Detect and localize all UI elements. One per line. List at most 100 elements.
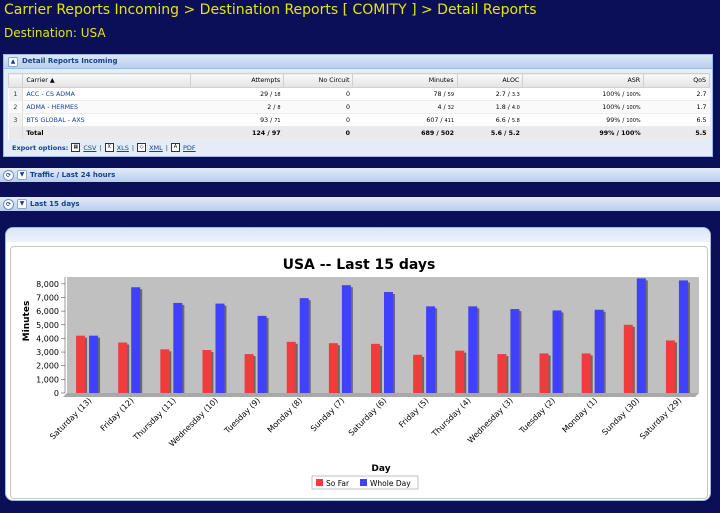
expand-icon[interactable]: ▼	[17, 170, 27, 180]
asr-a: 100%	[602, 103, 621, 111]
col-asr[interactable]: ASR	[522, 73, 645, 88]
y-tick-label: 4,000	[36, 334, 59, 343]
attempts-cell: 2 / 8	[190, 100, 284, 114]
row-number: 3	[8, 113, 24, 127]
expand-icon[interactable]: ▼	[17, 199, 27, 209]
export-label: Export options:	[12, 143, 69, 152]
breadcrumb: Carrier Reports Incoming > Destination R…	[4, 2, 537, 18]
legend-label-whole-day: Whole Day	[370, 479, 411, 488]
total-asr: 99% / 100%	[522, 126, 644, 140]
y-tick-label: 5,000	[36, 321, 59, 330]
x-tick-label: Sunday (7)	[309, 396, 346, 433]
destination-label: Destination: USA	[4, 26, 106, 40]
bar-so-far	[76, 335, 86, 393]
total-aloc: 5.6 / 5.2	[457, 126, 523, 140]
aloc-b: 4.0	[511, 104, 520, 111]
total-label: Total	[22, 126, 191, 140]
chart-container: USA -- Last 15 days Minutes Day 0 1,000 2,…	[10, 246, 708, 499]
bar-whole-day	[299, 298, 309, 393]
row-number: 1	[8, 87, 24, 101]
bar-whole-day	[384, 292, 393, 393]
bar-so-far	[202, 350, 212, 393]
col-minutes[interactable]: Minutes	[352, 73, 458, 88]
bar-so-far	[328, 343, 338, 393]
export-pdf-link[interactable]: PDF	[183, 144, 196, 152]
total-row: Total 124 / 97 0 689 / 502 5.6 / 5.2 99%…	[8, 126, 710, 140]
attempts-a: 29	[260, 90, 269, 98]
x-axis-label: Day	[371, 464, 390, 474]
attempts-cell: 29 / 18	[190, 87, 284, 101]
minutes-a: 78	[433, 90, 442, 98]
y-tick-label: 2,000	[36, 362, 59, 371]
attempts-b: 71	[274, 117, 281, 124]
aloc-cell: 1.8 / 4.0	[457, 100, 523, 114]
qos-cell: 6.5	[643, 113, 710, 127]
total-row-number	[8, 126, 24, 140]
x-tick-label: Tuesday (9)	[222, 396, 262, 436]
table-row[interactable]: 1 ACC - CS ADMA 29 / 18 0 78 / 59 2.7 / …	[8, 87, 710, 101]
total-qos: 5.5	[643, 126, 710, 140]
bar-chart: USA -- Last 15 days Minutes Day 0 1,000 2,…	[22, 257, 699, 490]
carrier-cell[interactable]: BTS GLOBAL - AXS	[22, 113, 191, 127]
table-row[interactable]: 2 ADMA - HERMES 2 / 8 0 4 / 32 1.8 / 4.0…	[8, 100, 710, 114]
bar-so-far	[623, 324, 633, 393]
x-tick-label: Friday (12)	[99, 396, 136, 433]
carrier-cell[interactable]: ACC - CS ADMA	[22, 87, 191, 101]
table-header-row: Carrier ▲ Attempts No Circuit Minutes AL…	[7, 73, 710, 88]
refresh-icon[interactable]: ⟳	[3, 169, 14, 181]
pdf-icon[interactable]: A	[170, 143, 180, 152]
bar-whole-day	[510, 309, 520, 393]
bar-whole-day	[341, 285, 351, 393]
bar-so-far	[371, 343, 380, 393]
col-carrier-label: Carrier	[26, 77, 48, 84]
carrier-cell[interactable]: ADMA - HERMES	[22, 100, 191, 114]
legend-swatch-whole-day	[360, 479, 367, 486]
xls-icon[interactable]: X	[104, 143, 114, 152]
traffic-bar-title: Traffic / Last 24 hours	[30, 171, 116, 179]
col-aloc[interactable]: ALOC	[456, 73, 524, 88]
bar-so-far	[497, 354, 507, 393]
x-tick-label: Wednesday (3)	[466, 396, 515, 445]
collapse-icon[interactable]: ▲	[8, 56, 18, 67]
bar-so-far	[455, 350, 465, 393]
col-qos[interactable]: QoS	[643, 73, 710, 88]
asr-b: 100%	[626, 117, 641, 124]
asr-a: 99%	[606, 116, 621, 124]
bar-whole-day	[173, 302, 183, 393]
asr-cell: 100% / 100%	[522, 87, 644, 101]
total-nocircuit: 0	[283, 126, 353, 140]
refresh-icon[interactable]: ⟳	[3, 198, 14, 210]
col-attempts[interactable]: Attempts	[189, 73, 285, 88]
csv-icon[interactable]: ▦	[71, 143, 81, 152]
y-tick-label: 0	[54, 389, 59, 398]
aloc-b: 5.8	[511, 117, 520, 124]
days-bar-title: Last 15 days	[30, 200, 80, 208]
x-tick-label: Thursday (11)	[131, 396, 178, 443]
x-tick-label: Thursday (4)	[429, 396, 472, 439]
last-15-days-bar[interactable]: ⟳ ▼ Last 15 days	[0, 197, 720, 211]
col-carrier[interactable]: Carrier ▲	[22, 73, 191, 88]
asr-cell: 100% / 100%	[522, 100, 644, 114]
asr-cell: 99% / 100%	[522, 113, 644, 127]
xml-icon[interactable]: ◇	[137, 143, 147, 152]
minutes-b: 411	[444, 117, 455, 124]
col-rownum	[7, 73, 24, 88]
y-axis-label: Minutes	[22, 301, 32, 342]
x-tick-label: Monday (1)	[561, 396, 600, 435]
export-xls-link[interactable]: XLS	[117, 144, 129, 152]
sort-asc-icon: ▲	[49, 77, 55, 84]
qos-cell: 1.7	[643, 100, 710, 114]
legend: So Far Whole Day	[311, 475, 419, 490]
attempts-b: 8	[277, 104, 281, 111]
export-options: Export options: ▦ CSV | X XLS | ◇ XML | A PD…	[12, 143, 196, 152]
col-no-circuit[interactable]: No Circuit	[283, 73, 354, 88]
table-row[interactable]: 3 BTS GLOBAL - AXS 93 / 71 0 607 / 411 6…	[8, 113, 710, 127]
export-xml-link[interactable]: XML	[149, 144, 163, 152]
export-csv-link[interactable]: CSV	[83, 144, 96, 152]
traffic-bar[interactable]: ⟳ ▼ Traffic / Last 24 hours	[0, 168, 720, 182]
legend-swatch-so-far	[316, 479, 323, 486]
asr-b: 100%	[626, 91, 641, 98]
chart-panel-header	[6, 228, 710, 242]
x-tick-label: Sunday (30)	[600, 396, 641, 437]
minutes-b: 32	[447, 104, 455, 111]
